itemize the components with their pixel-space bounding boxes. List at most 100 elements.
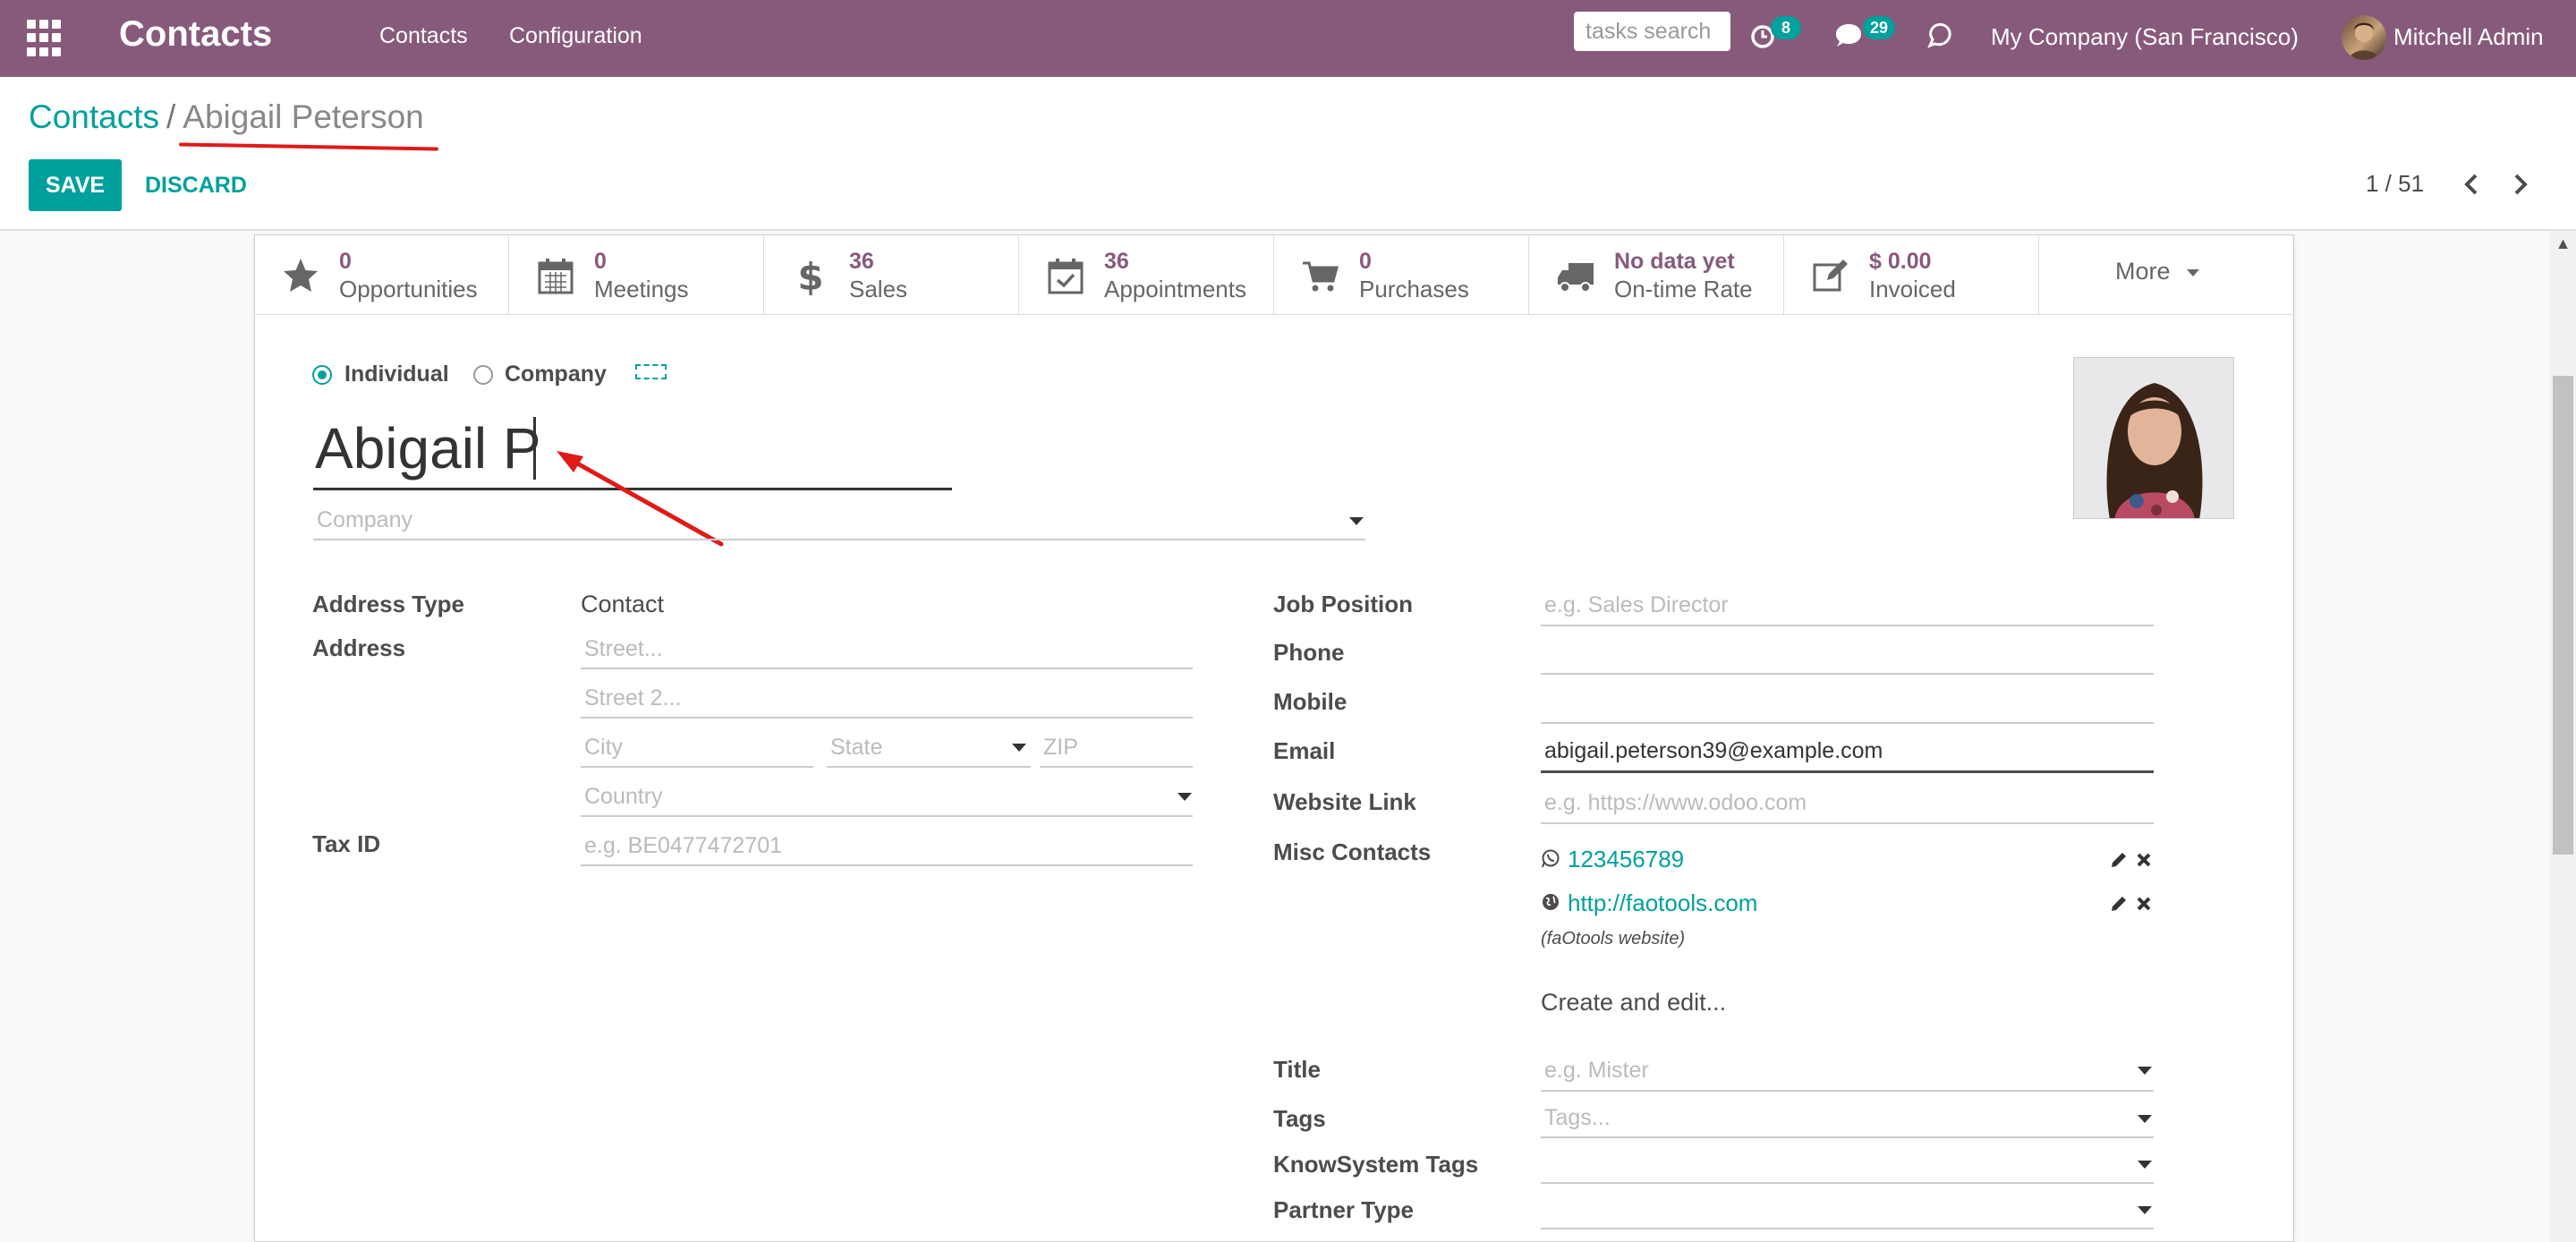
individual-radio[interactable] <box>312 365 332 385</box>
create-and-edit-link[interactable]: Create and edit... <box>1541 989 1726 1017</box>
message-count-badge: 29 <box>1863 16 1896 39</box>
calendar-icon <box>538 259 574 294</box>
menu-configuration[interactable]: Configuration <box>509 23 642 49</box>
save-button[interactable]: SAVE <box>29 159 122 211</box>
sales-label: Sales <box>849 276 908 302</box>
menu-contacts[interactable]: Contacts <box>379 23 468 49</box>
text-cursor <box>533 417 536 480</box>
job-position-input[interactable] <box>1541 585 2154 626</box>
tasks-search-input[interactable] <box>1574 12 1730 51</box>
breadcrumb-contacts-link[interactable]: Contacts <box>29 98 159 135</box>
knowsystem-tags-label: KnowSystem Tags <box>1273 1151 1479 1178</box>
company-select[interactable] <box>313 501 1365 540</box>
cart-icon <box>1303 261 1339 292</box>
mobile-label: Mobile <box>1273 688 1348 715</box>
edit-icon <box>1813 259 1848 292</box>
globe-icon <box>1543 894 1559 910</box>
misc-website-link[interactable]: http://faotools.com <box>1568 889 1757 917</box>
on-time-rate-button[interactable]: No data yet On-time Rate <box>1529 234 1784 315</box>
pencil-icon[interactable] <box>2109 894 2129 914</box>
caret-down-icon[interactable] <box>2138 1067 2152 1075</box>
company-switcher[interactable]: My Company (San Francisco) <box>1991 23 2299 51</box>
more-label: More <box>2115 258 2171 285</box>
opportunities-label: Opportunities <box>339 276 478 302</box>
appointments-label: Appointments <box>1104 276 1246 302</box>
scrollbar-thumb[interactable] <box>2553 376 2573 855</box>
more-button[interactable]: More <box>2115 258 2199 285</box>
opportunities-count: 0 <box>339 249 352 274</box>
company-radio[interactable] <box>473 365 493 385</box>
invoiced-label: Invoiced <box>1869 276 1956 302</box>
appointments-button[interactable]: 36 Appointments <box>1019 234 1274 315</box>
tax-id-input[interactable] <box>581 827 1193 866</box>
caret-down-icon[interactable] <box>2138 1115 2152 1123</box>
caret-down-icon[interactable] <box>1177 793 1192 801</box>
individual-label[interactable]: Individual <box>344 362 449 387</box>
caret-down-icon[interactable] <box>2138 1161 2152 1169</box>
street2-input[interactable] <box>581 679 1193 719</box>
tags-label: Tags <box>1273 1105 1326 1132</box>
address-type-value[interactable]: Contact <box>581 591 664 618</box>
scroll-up-icon[interactable]: ▲ <box>2552 234 2574 252</box>
on-time-rate-label: On-time Rate <box>1614 276 1753 302</box>
mobile-input[interactable] <box>1541 683 2154 724</box>
purchases-button[interactable]: 0 Purchases <box>1274 234 1529 315</box>
contact-photo[interactable] <box>2073 357 2234 519</box>
street-input[interactable] <box>581 630 1193 669</box>
sales-button[interactable]: $ 36 Sales <box>764 234 1019 315</box>
title-select[interactable] <box>1541 1051 2154 1092</box>
state-select[interactable] <box>827 728 1031 768</box>
misc-whatsapp-link[interactable]: 123456789 <box>1568 846 1684 873</box>
meetings-count: 0 <box>594 249 607 274</box>
email-input[interactable] <box>1541 732 2154 773</box>
website-input[interactable] <box>1541 783 2154 824</box>
caret-down-icon <box>2186 268 2199 276</box>
user-avatar[interactable] <box>2342 15 2386 60</box>
pencil-icon[interactable] <box>2109 850 2129 870</box>
misc-contacts-label: Misc Contacts <box>1273 838 1432 865</box>
purchases-count: 0 <box>1359 249 1372 274</box>
star-icon <box>284 259 318 292</box>
caret-down-icon[interactable] <box>1349 517 1364 525</box>
delete-icon[interactable] <box>2135 895 2153 913</box>
calendar-check-icon <box>1048 259 1084 294</box>
caret-down-icon[interactable] <box>1012 744 1026 752</box>
country-select[interactable] <box>581 778 1193 817</box>
svg-text:$: $ <box>797 256 823 295</box>
zip-input[interactable] <box>1040 728 1193 768</box>
chevron-left-icon[interactable] <box>2453 165 2489 204</box>
invoiced-button[interactable]: $ 0.00 Invoiced <box>1784 234 2039 315</box>
address-type-label: Address Type <box>312 591 465 617</box>
opportunities-button[interactable]: 0 Opportunities <box>254 234 509 315</box>
delete-icon[interactable] <box>2135 851 2153 869</box>
knowsystem-tags-input[interactable] <box>1541 1144 2154 1184</box>
activity-count-badge: 8 <box>1771 16 1801 39</box>
user-menu[interactable]: Mitchell Admin <box>2393 23 2544 51</box>
voip-phone-icon[interactable] <box>1924 20 1956 52</box>
tags-input[interactable] <box>1541 1099 2154 1138</box>
tax-id-label: Tax ID <box>312 830 381 857</box>
partner-type-label: Partner Type <box>1273 1196 1415 1223</box>
on-time-rate-value: No data yet <box>1614 249 1735 274</box>
phone-input[interactable] <box>1541 634 2154 675</box>
city-input[interactable] <box>581 728 813 768</box>
focus-indicator <box>635 364 667 379</box>
control-panel: Contacts / Abigail Peterson <box>0 77 2576 231</box>
breadcrumb-current: Abigail Peterson <box>183 98 424 135</box>
caret-down-icon[interactable] <box>2138 1206 2152 1214</box>
meetings-button[interactable]: 0 Meetings <box>509 234 764 315</box>
chevron-right-icon[interactable] <box>2503 165 2538 204</box>
partner-type-select[interactable] <box>1541 1190 2154 1229</box>
discard-button[interactable]: DISCARD <box>132 159 259 211</box>
breadcrumb: Contacts / Abigail Peterson <box>29 98 424 136</box>
company-type-label[interactable]: Company <box>505 362 607 387</box>
whatsapp-icon <box>1542 849 1560 868</box>
appointments-count: 36 <box>1104 249 1129 274</box>
messages-icon[interactable] <box>1833 20 1866 52</box>
address-label: Address <box>312 634 406 661</box>
pager-value[interactable]: 1 / 51 <box>2366 170 2424 198</box>
title-label: Title <box>1273 1056 1321 1083</box>
email-label: Email <box>1273 737 1336 764</box>
smart-button-box: 0 Opportunities 0 Meetings $ 36 Sales 36… <box>254 234 2294 315</box>
apps-menu-icon[interactable] <box>27 20 64 57</box>
